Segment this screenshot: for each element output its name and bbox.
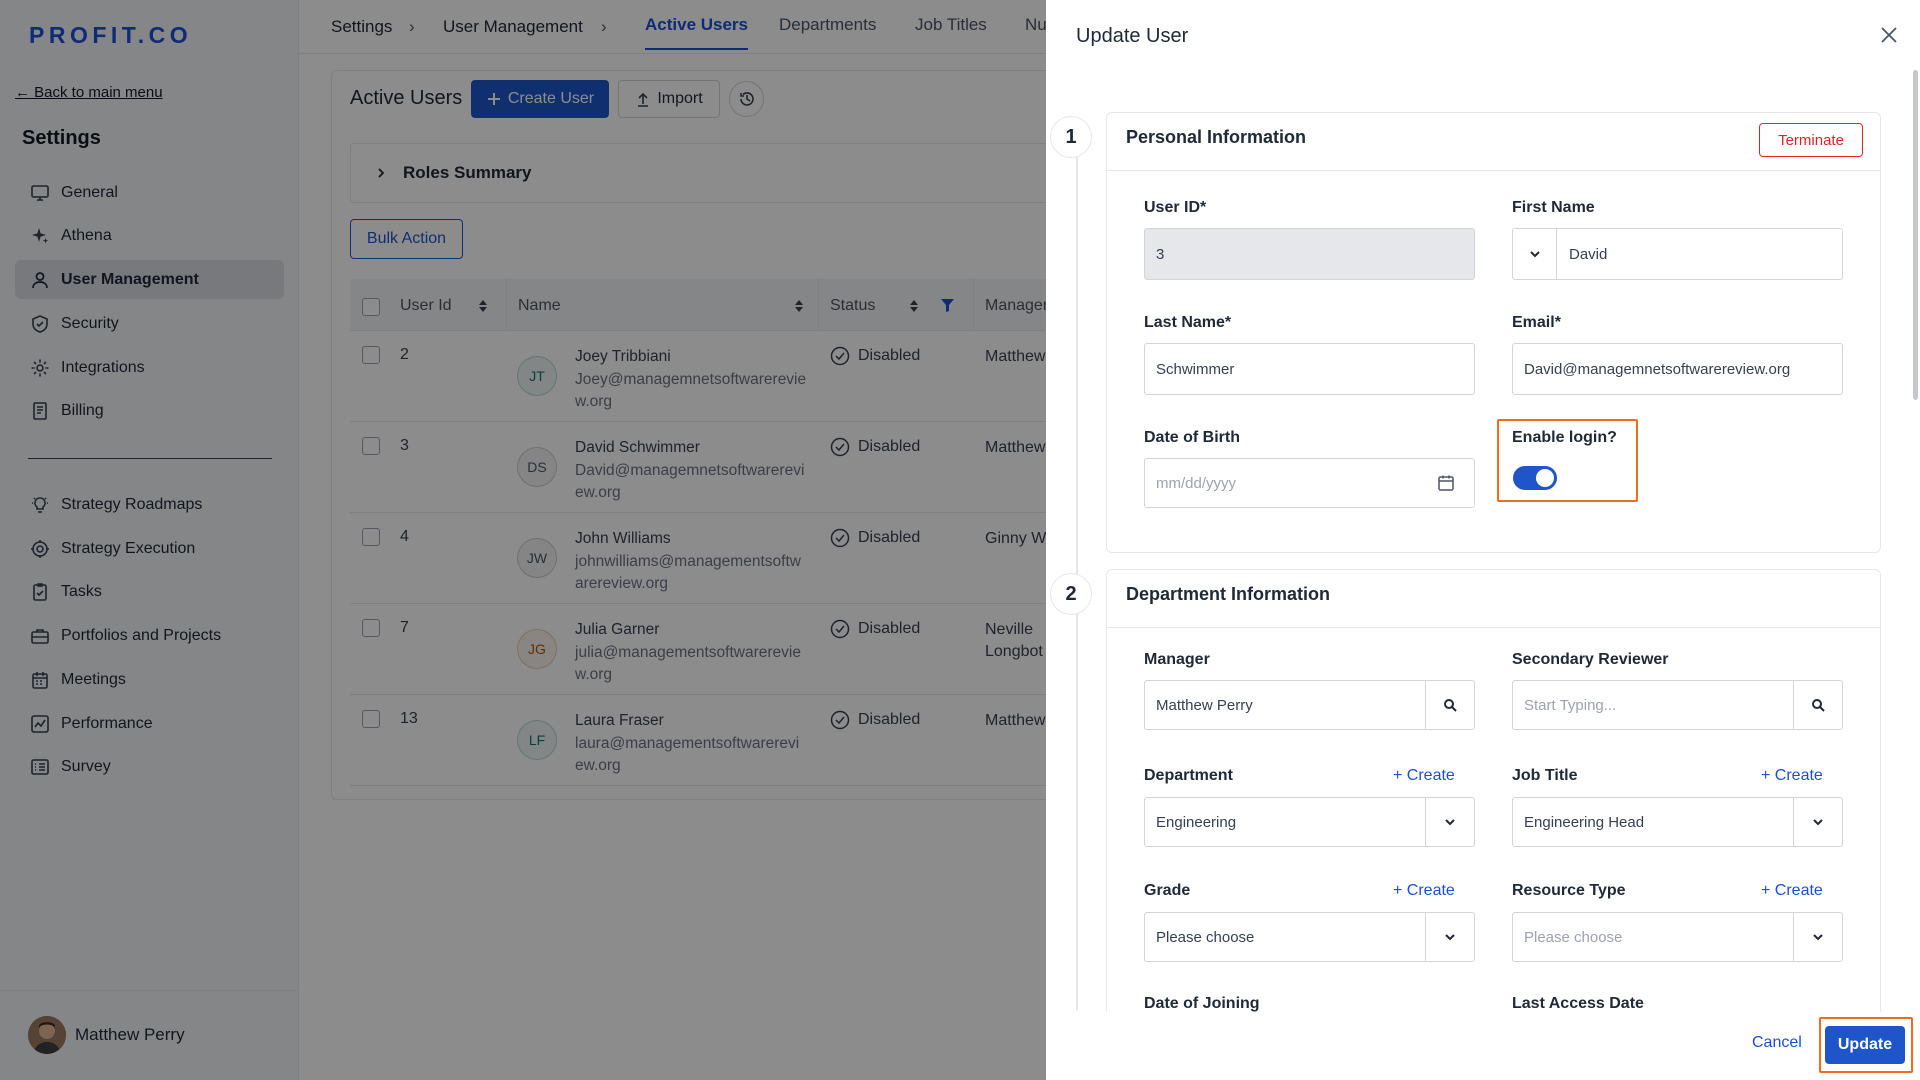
first-name-label: First Name: [1512, 199, 1595, 216]
department-dropdown-toggle[interactable]: [1425, 798, 1474, 846]
manager-search-button[interactable]: [1425, 681, 1474, 729]
salutation-dropdown[interactable]: [1513, 229, 1557, 279]
email-label: Email*: [1512, 314, 1561, 331]
last-access-date-label: Last Access Date: [1512, 995, 1644, 1012]
step-2-badge: 2: [1050, 573, 1092, 615]
resource-type-label: Resource Type: [1512, 882, 1626, 899]
terminate-button[interactable]: Terminate: [1759, 123, 1863, 157]
scrollbar[interactable]: [1913, 70, 1918, 400]
date-of-birth-field[interactable]: mm/dd/yyyy: [1144, 458, 1475, 508]
user-id-field: 3: [1144, 228, 1475, 280]
create-grade-link[interactable]: + Create: [1393, 882, 1455, 900]
manager-label: Manager: [1144, 651, 1210, 668]
modal-overlay[interactable]: [0, 0, 1046, 1080]
search-icon: [1443, 698, 1457, 712]
job-title-label: Job Title: [1512, 767, 1578, 784]
chevron-down-icon: [1529, 248, 1541, 260]
secondary-reviewer-field[interactable]: Start Typing...: [1512, 680, 1843, 730]
chevron-down-icon: [1812, 931, 1824, 943]
date-of-birth-placeholder: mm/dd/yyyy: [1156, 474, 1237, 492]
job-title-dropdown-toggle[interactable]: [1793, 798, 1842, 846]
cancel-button[interactable]: Cancel: [1752, 1034, 1802, 1052]
job-title-select[interactable]: Engineering Head: [1512, 797, 1843, 847]
chevron-down-icon: [1812, 816, 1824, 828]
department-label: Department: [1144, 767, 1233, 784]
job-title-value: Engineering Head: [1524, 813, 1645, 831]
resource-type-dropdown-toggle[interactable]: [1793, 913, 1842, 961]
highlight-box: [1819, 1017, 1913, 1073]
last-name-value: Schwimmer: [1156, 360, 1235, 378]
first-name-field[interactable]: David: [1512, 228, 1843, 280]
chevron-down-icon: [1444, 816, 1456, 828]
last-name-label: Last Name*: [1144, 314, 1232, 331]
grade-select[interactable]: Please choose: [1144, 912, 1475, 962]
search-icon: [1811, 698, 1825, 712]
calendar-icon[interactable]: [1437, 474, 1455, 492]
resource-type-placeholder: Please choose: [1524, 928, 1623, 946]
grade-dropdown-toggle[interactable]: [1425, 913, 1474, 961]
email-value: David@managemnetsoftwarereview.org: [1524, 360, 1791, 378]
highlight-box: [1497, 419, 1638, 502]
secondary-reviewer-label: Secondary Reviewer: [1512, 651, 1669, 668]
secondary-reviewer-placeholder: Start Typing...: [1524, 696, 1617, 714]
manager-field[interactable]: Matthew Perry: [1144, 680, 1475, 730]
first-name-value: David: [1569, 245, 1608, 263]
close-icon[interactable]: [1880, 26, 1898, 44]
department-select[interactable]: Engineering: [1144, 797, 1475, 847]
create-job-title-link[interactable]: + Create: [1761, 767, 1823, 785]
date-of-joining-label: Date of Joining: [1144, 995, 1260, 1012]
create-department-link[interactable]: + Create: [1393, 767, 1455, 785]
chevron-down-icon: [1444, 931, 1456, 943]
drawer-title: Update User: [1076, 25, 1189, 47]
step-1-badge: 1: [1050, 116, 1092, 158]
create-resource-type-link[interactable]: + Create: [1761, 882, 1823, 900]
secondary-reviewer-search-button[interactable]: [1793, 681, 1842, 729]
grade-label: Grade: [1144, 882, 1191, 899]
department-value: Engineering: [1156, 813, 1237, 831]
user-id-label: User ID*: [1144, 199, 1207, 216]
grade-value: Please choose: [1156, 928, 1255, 946]
manager-value: Matthew Perry: [1156, 696, 1253, 714]
last-name-field[interactable]: Schwimmer: [1144, 343, 1475, 395]
date-of-birth-label: Date of Birth: [1144, 429, 1240, 446]
department-information-heading: Department Information: [1107, 570, 1880, 628]
email-field[interactable]: David@managemnetsoftwarereview.org: [1512, 343, 1843, 395]
resource-type-select[interactable]: Please choose: [1512, 912, 1843, 962]
user-id-value: 3: [1156, 245, 1165, 263]
